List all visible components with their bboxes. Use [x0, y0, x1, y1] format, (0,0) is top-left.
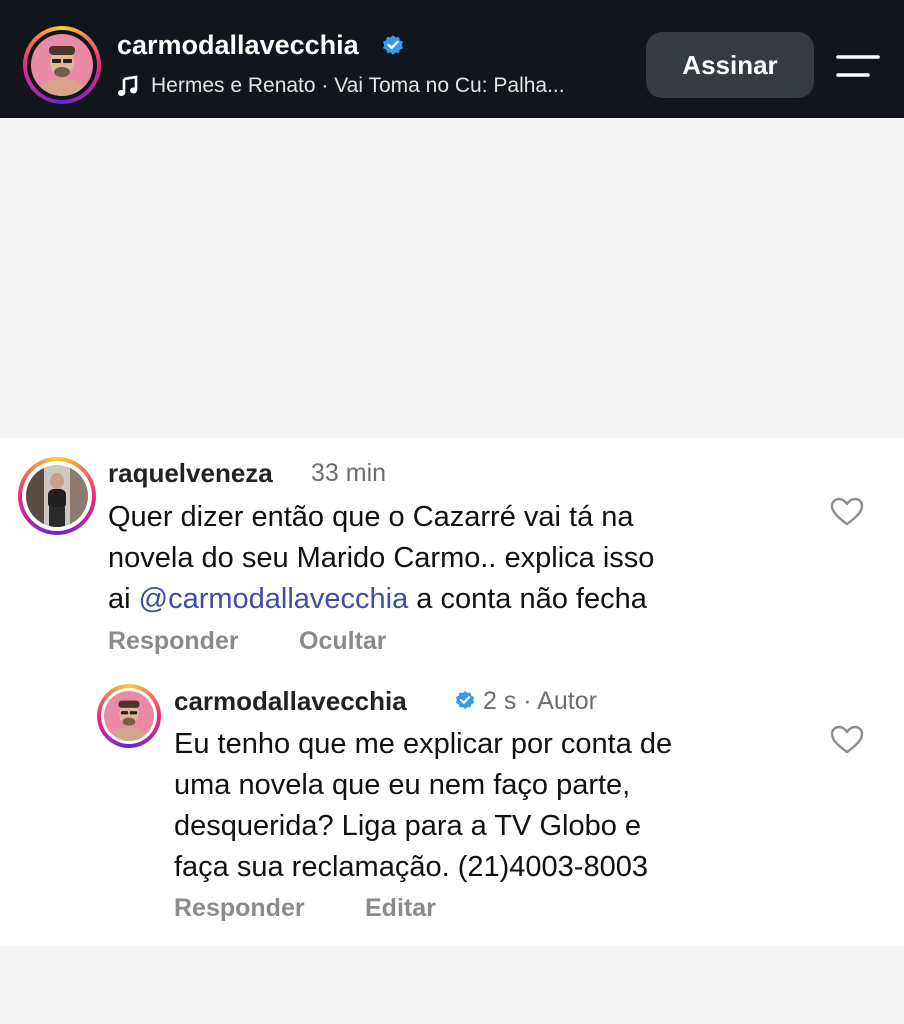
profile-avatar-ring[interactable]	[23, 26, 101, 104]
hide-button[interactable]: Ocultar	[299, 627, 387, 656]
reply-text: Eu tenho que me explicar por conta de um…	[174, 728, 673, 883]
edit-button[interactable]: Editar	[365, 894, 436, 923]
verified-badge-icon	[383, 35, 403, 55]
reply-avatar[interactable]	[104, 691, 154, 741]
reply-button[interactable]: Responder	[174, 894, 305, 923]
reel-header: carmodallavecchia Hermes e Renato · Vai …	[0, 0, 904, 118]
comment-text: Quer dizer então que o Cazarré vai tá na…	[108, 501, 655, 615]
profile-username[interactable]: carmodallavecchia	[117, 30, 359, 61]
heart-icon[interactable]	[830, 725, 864, 755]
subscribe-button[interactable]: Assinar	[646, 32, 814, 98]
mention-link[interactable]: @carmodallavecchia	[139, 583, 409, 615]
comment-username[interactable]: raquelveneza	[108, 458, 273, 489]
menu-icon[interactable]	[836, 54, 880, 78]
comment-time: 33 min	[311, 459, 387, 487]
music-note-icon	[118, 75, 138, 96]
heart-icon[interactable]	[830, 497, 864, 527]
music-info[interactable]: Hermes e Renato · Vai Toma no Cu: Palha.…	[117, 74, 565, 98]
profile-avatar[interactable]	[31, 34, 93, 96]
reply-username[interactable]: carmodallavecchia	[174, 686, 407, 717]
verified-badge-icon	[455, 691, 475, 709]
reply-time: 2 s · Autor	[483, 687, 597, 715]
music-track-label: Hermes e Renato · Vai Toma no Cu: Palha.…	[151, 74, 565, 97]
comment-avatar-ring[interactable]	[18, 457, 96, 535]
reply-avatar-ring[interactable]	[97, 684, 161, 748]
comment-avatar[interactable]	[26, 465, 88, 527]
reply-button[interactable]: Responder	[108, 627, 239, 656]
